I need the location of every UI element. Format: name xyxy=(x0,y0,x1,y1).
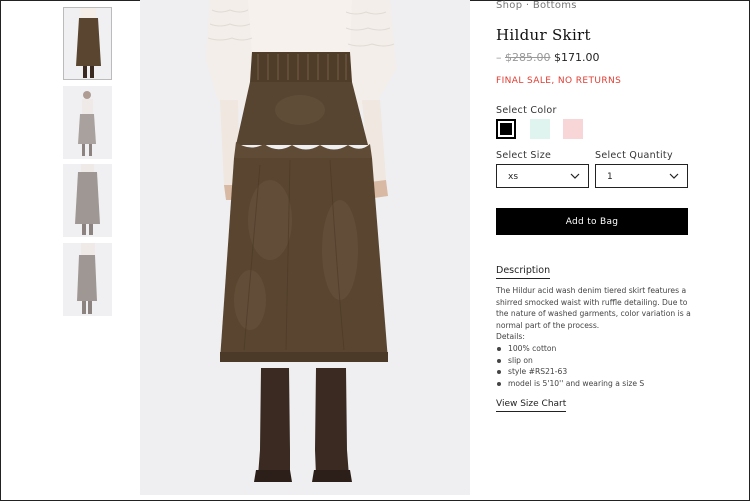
details-label: Details: xyxy=(496,332,525,342)
select-color-label: Select Color xyxy=(496,105,557,116)
breadcrumb-shop[interactable]: Shop xyxy=(496,0,522,11)
model-thumbnail-image xyxy=(76,8,101,78)
select-size-label: Select Size xyxy=(496,150,552,161)
breadcrumb-separator: · xyxy=(525,0,530,11)
main-product-image xyxy=(140,0,470,495)
chevron-down-icon xyxy=(668,170,680,185)
skirt-model-photo xyxy=(206,0,396,482)
description-body: The Hildur acid wash denim tiered skirt … xyxy=(496,285,696,389)
color-swatch-mint[interactable] xyxy=(530,119,550,139)
size-select[interactable]: xs xyxy=(496,164,589,188)
color-swatch-fill xyxy=(500,123,512,135)
model-thumbnail-image xyxy=(77,243,97,314)
list-item: model is 5'10'' and wearing a size S xyxy=(496,378,696,390)
breadcrumb-bottoms[interactable]: Bottoms xyxy=(533,0,577,11)
size-select-value: xs xyxy=(508,172,519,182)
model-thumbnail-image xyxy=(75,164,100,235)
add-to-bag-button[interactable]: Add to Bag xyxy=(496,208,688,235)
price-dash: – xyxy=(496,51,502,64)
final-sale-notice: FINAL SALE, NO RETURNS xyxy=(496,76,622,86)
quantity-select-value: 1 xyxy=(607,172,613,182)
quantity-select[interactable]: 1 xyxy=(595,164,688,188)
original-price: $285.00 xyxy=(505,51,551,64)
sale-price: $171.00 xyxy=(554,51,600,64)
details-list: 100% cotton slip on style #RS21-63 model… xyxy=(496,343,696,389)
tab-description[interactable]: Description xyxy=(496,265,551,279)
description-text: The Hildur acid wash denim tiered skirt … xyxy=(496,286,691,330)
model-thumbnail-image xyxy=(78,91,96,156)
thumbnail-2[interactable] xyxy=(63,86,112,159)
thumbnail-3[interactable] xyxy=(63,164,112,237)
price: – $285.00 $171.00 xyxy=(496,51,600,64)
color-swatch-black[interactable] xyxy=(496,119,516,139)
list-item: style #RS21-63 xyxy=(496,366,696,378)
thumbnail-1[interactable] xyxy=(63,7,112,80)
list-item: slip on xyxy=(496,355,696,367)
view-size-chart-link[interactable]: View Size Chart xyxy=(496,399,567,412)
color-swatch-pink[interactable] xyxy=(563,119,583,139)
chevron-down-icon xyxy=(569,170,581,185)
product-title: Hildur Skirt xyxy=(496,26,591,44)
thumbnail-4[interactable] xyxy=(63,243,112,316)
breadcrumb: Shop · Bottoms xyxy=(496,0,577,11)
list-item: 100% cotton xyxy=(496,343,696,355)
select-quantity-label: Select Quantity xyxy=(595,150,673,161)
